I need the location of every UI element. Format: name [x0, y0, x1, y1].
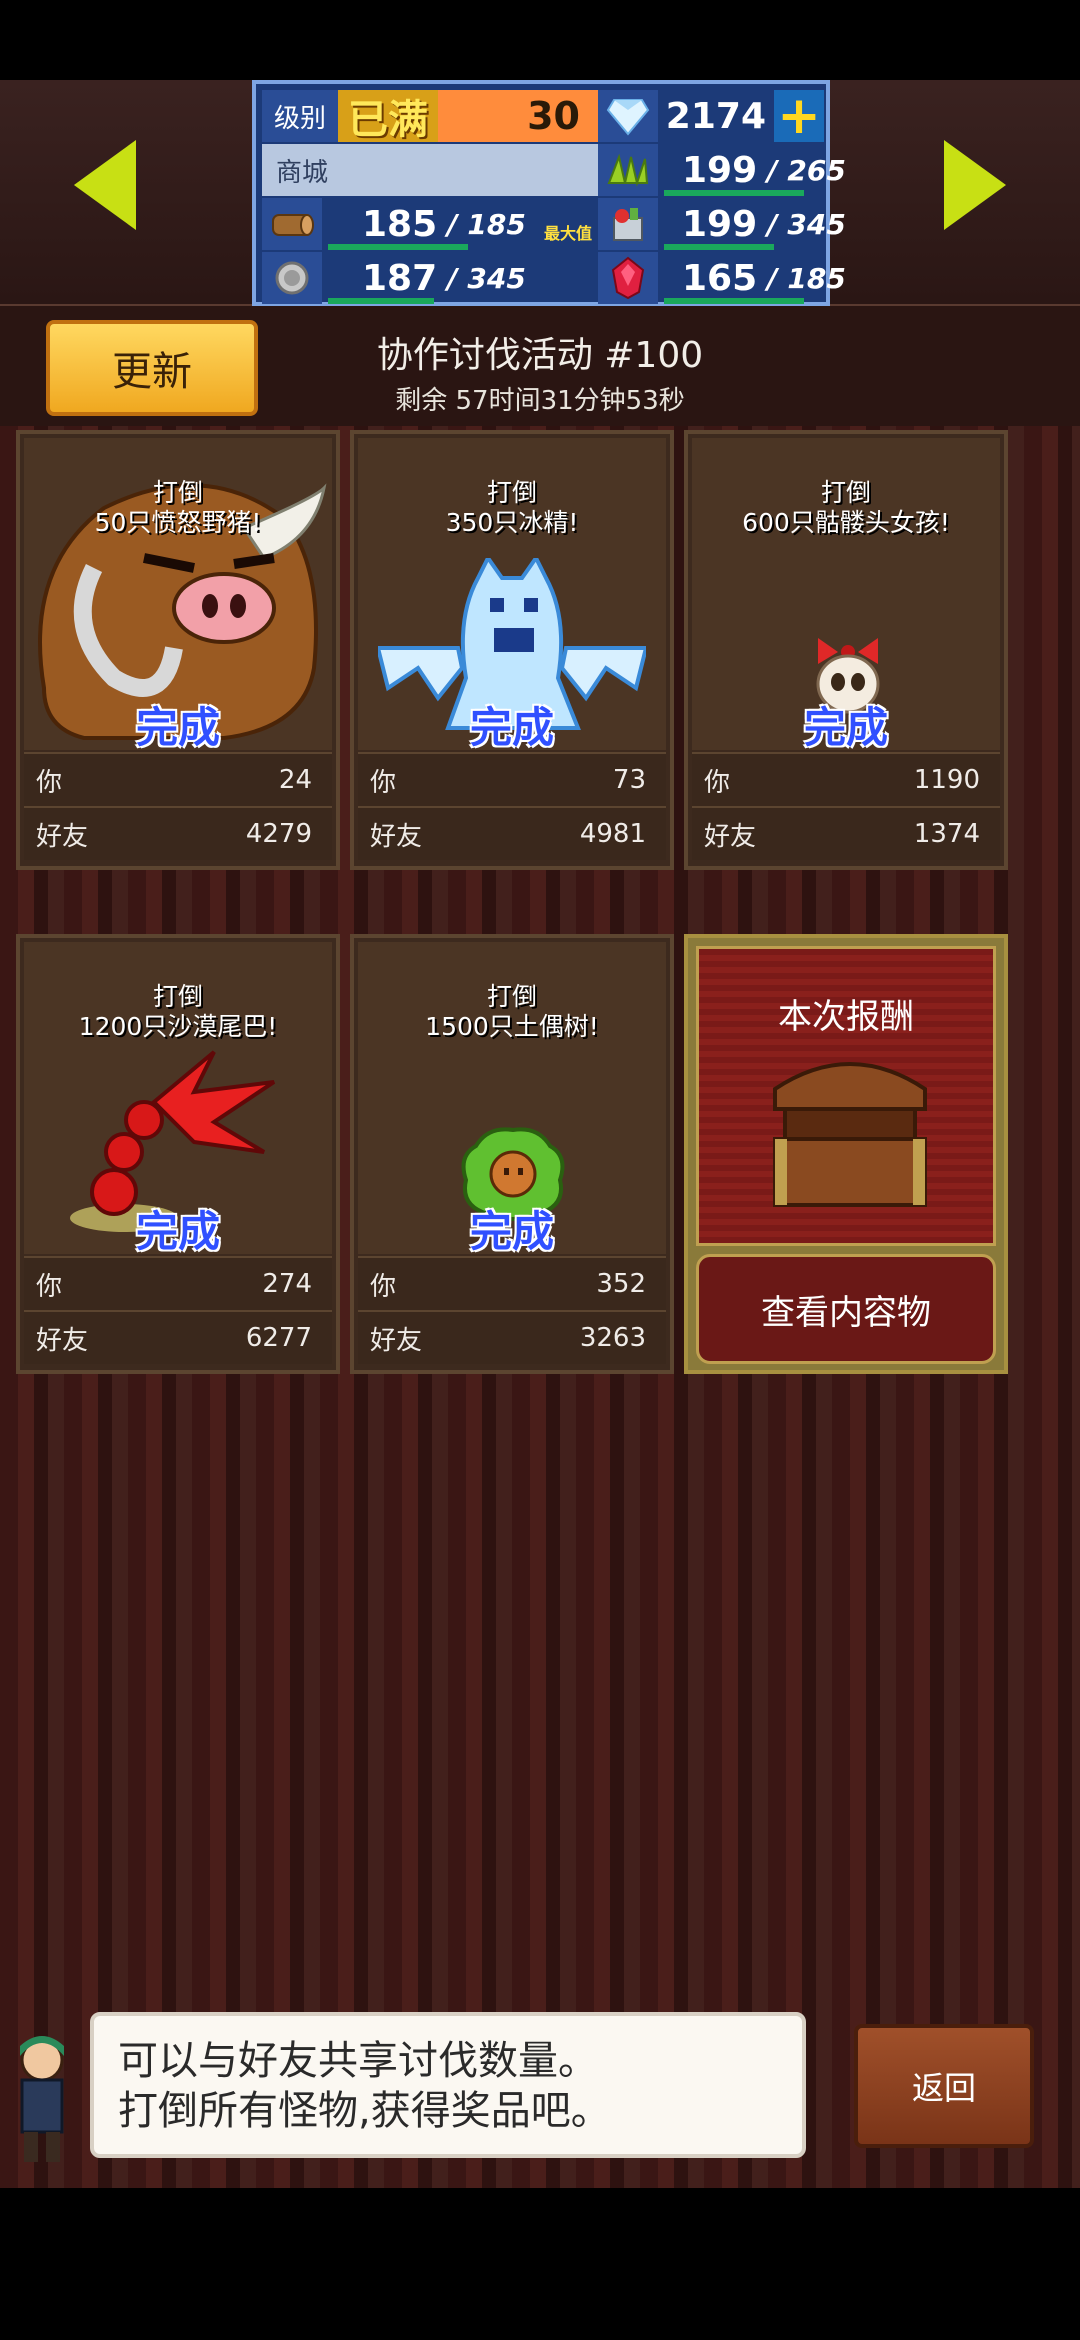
friend-count: 1374 [913, 819, 980, 849]
ruby-icon [598, 252, 658, 304]
food-value: 199/345 [658, 198, 846, 250]
ruby-value: 165/185 [658, 252, 846, 304]
card-image: 打倒 1500只土偶树! 完成 [358, 942, 666, 1254]
previous-arrow-icon[interactable] [74, 140, 136, 230]
hunt-card-ice-spirit[interactable]: 打倒 350只冰精! 完成 你 73 好友 4981 [350, 430, 674, 870]
wood-bar [328, 244, 468, 250]
you-count: 274 [262, 1269, 312, 1299]
wood-max-note: 最大值 [543, 224, 592, 243]
card-complete-label: 完成 [135, 1207, 220, 1254]
hunt-card-skull-girl[interactable]: 打倒 600只骷髅头女孩! 完成 你 1190 好友 1374 [684, 430, 1008, 870]
you-row: 你 24 [24, 752, 332, 806]
friend-count: 4279 [245, 819, 312, 849]
footer: 可以与好友共享讨伐数量。 打倒所有怪物,获得奖品吧。 返回 [0, 2000, 1080, 2188]
stone-icon [262, 252, 322, 304]
reward-title: 本次报酬 [778, 997, 914, 1037]
card-image: 打倒 600只骷髅头女孩! 完成 [692, 438, 1000, 750]
event-title: 协作讨伐活动 #100 [376, 335, 704, 376]
card-image: 打倒 1200只沙漠尾巴! 完成 [24, 942, 332, 1254]
food-bar [664, 244, 774, 250]
card-target-text: 打倒 600只骷髅头女孩! [742, 478, 950, 537]
card-complete-label: 完成 [469, 703, 554, 750]
view-contents-button[interactable]: 查看内容物 [696, 1254, 996, 1364]
guide-character-icon [20, 2036, 64, 2162]
level-label: 级别 [262, 90, 338, 142]
you-row: 你 274 [24, 1256, 332, 1310]
friend-row: 好友 3263 [358, 1310, 666, 1364]
reward-panel: 本次报酬 [696, 946, 996, 1246]
friend-row: 好友 4981 [358, 806, 666, 860]
grass-icon [598, 144, 658, 196]
update-button[interactable]: 更新 [46, 320, 258, 416]
food-icon [598, 198, 658, 250]
plus-icon: + [777, 86, 821, 146]
event-header: 更新 协作讨伐活动 #100 剩余 57时间31分钟53秒 [0, 306, 1080, 426]
gem-count: 2174 [665, 95, 766, 137]
card-image: 打倒 50只愤怒野猪! 完成 [24, 438, 332, 750]
friend-count: 4981 [579, 819, 646, 849]
shop-label[interactable]: 商城 [262, 144, 598, 196]
stats-panel: 级别 已满 30 2174 + 商城 199/265 185/185 最大值 1… [252, 80, 846, 306]
you-count: 73 [612, 765, 646, 795]
you-row: 你 1190 [692, 752, 1000, 806]
diamond-icon [598, 90, 658, 142]
reward-card: 本次报酬 查看内容物 [684, 934, 1008, 1374]
grass-bar [664, 190, 804, 196]
level-max-badge: 已满 [338, 90, 438, 143]
you-row: 你 352 [358, 1256, 666, 1310]
card-target-text: 打倒 1500只土偶树! [425, 982, 599, 1041]
hint-line-1: 可以与好友共享讨伐数量。 [118, 2038, 598, 2084]
hunt-card-desert-tail[interactable]: 打倒 1200只沙漠尾巴! 完成 你 274 好友 6277 [16, 934, 340, 1374]
event-time-remaining: 剩余 57时间31分钟53秒 [395, 386, 685, 416]
friend-row: 好友 1374 [692, 806, 1000, 860]
friend-count: 6277 [245, 1323, 312, 1353]
friend-row: 好友 6277 [24, 1310, 332, 1364]
you-count: 24 [278, 765, 312, 795]
back-button[interactable]: 返回 [854, 2024, 1034, 2148]
hunt-card-boar[interactable]: 打倒 50只愤怒野猪! 完成 你 24 好友 4279 [16, 430, 340, 870]
hunt-card-tree-doll[interactable]: 打倒 1500只土偶树! 完成 你 352 好友 3263 [350, 934, 674, 1374]
friend-count: 3263 [579, 1323, 646, 1353]
card-complete-label: 完成 [469, 1207, 554, 1254]
grass-value: 199/265 [658, 144, 846, 196]
card-complete-label: 完成 [803, 703, 888, 750]
you-count: 1190 [913, 765, 980, 795]
card-target-text: 打倒 1200只沙漠尾巴! [78, 982, 278, 1041]
treasure-chest-icon [773, 1062, 927, 1207]
card-target-text: 打倒 350只冰精! [445, 478, 579, 537]
ruby-bar [664, 298, 804, 304]
hint-message-bubble: 可以与好友共享讨伐数量。 打倒所有怪物,获得奖品吧。 [90, 2012, 806, 2158]
wood-icon [262, 198, 322, 250]
you-count: 352 [596, 1269, 646, 1299]
card-image: 打倒 350只冰精! 完成 [358, 438, 666, 750]
card-target-text: 打倒 50只愤怒野猪! [94, 478, 262, 537]
friend-row: 好友 4279 [24, 806, 332, 860]
stone-value: 187/345 [322, 252, 598, 304]
hint-line-2: 打倒所有怪物,获得奖品吧。 [118, 2088, 611, 2134]
card-complete-label: 完成 [135, 703, 220, 750]
wood-value: 185/185 最大值 [322, 198, 598, 250]
level-value: 30 [438, 90, 598, 142]
next-arrow-icon[interactable] [944, 140, 1006, 230]
you-row: 你 73 [358, 752, 666, 806]
add-gems-button[interactable]: + [774, 90, 824, 142]
stone-bar [328, 298, 434, 304]
